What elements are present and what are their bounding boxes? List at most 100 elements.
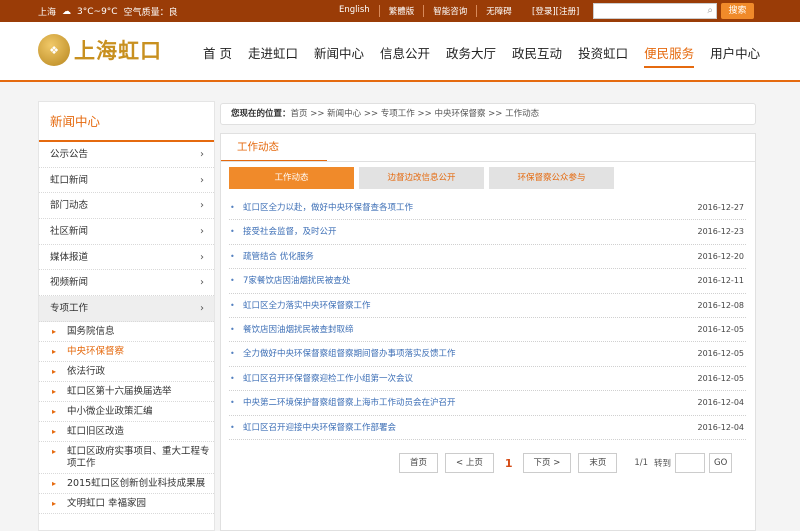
next-page-button[interactable]: 下页 > <box>522 453 572 473</box>
chevron-right-icon: › <box>200 149 204 160</box>
sidebar-item-announcements[interactable]: 公示公告 › <box>39 142 214 168</box>
nav-info-public[interactable]: 信息公开 <box>380 43 430 68</box>
article-date: 2016-12-04 <box>697 398 745 408</box>
bullet-icon: • <box>230 203 235 212</box>
search-input[interactable]: ⌕ <box>593 3 717 19</box>
breadcrumb-label: 您现在的位置： <box>231 109 291 119</box>
site-logo[interactable]: ❖ 上海虹口 <box>38 34 162 66</box>
nav-services[interactable]: 便民服务 <box>644 43 695 68</box>
search-button[interactable]: 搜索 <box>721 3 754 19</box>
sidebar-subitem-state-council[interactable]: 国务院信息 <box>39 322 214 342</box>
tab-work-updates[interactable]: 工作动态 <box>229 167 354 189</box>
cloud-icon: ☁ <box>62 6 72 17</box>
sidebar-title: 新闻中心 <box>39 102 214 142</box>
nav-interaction[interactable]: 政民互动 <box>512 43 562 68</box>
bullet-icon: • <box>230 251 235 261</box>
sidebar-subitem-rule-of-law[interactable]: 依法行政 <box>39 362 214 382</box>
sidebar-item-media[interactable]: 媒体报道 › <box>39 245 214 271</box>
article-title[interactable]: 接受社会监督，及时公开 <box>243 220 337 244</box>
go-button[interactable]: GO <box>709 453 733 473</box>
bullet-icon: • <box>230 227 235 237</box>
article-title[interactable]: 虹口区召开环保督察迎检工作小组第一次会议 <box>243 367 413 391</box>
bullet-icon: • <box>230 398 235 408</box>
chevron-right-icon: › <box>200 303 204 315</box>
bullet-icon: • <box>230 373 235 383</box>
last-page-button[interactable]: 末页 <box>578 453 618 473</box>
link-english[interactable]: English <box>330 5 380 17</box>
list-item[interactable]: • 接受社会监督，及时公开 2016-12-23 <box>229 220 746 245</box>
first-page-button[interactable]: 首页 <box>399 453 439 473</box>
article-date: 2016-12-11 <box>697 276 745 286</box>
sidebar-subitem-sme-policy[interactable]: 中小微企业政策汇编 <box>39 402 214 422</box>
current-page[interactable]: 1 <box>505 457 513 470</box>
sidebar-item-community-news[interactable]: 社区新闻 › <box>39 219 214 245</box>
list-item[interactable]: • 虹口区召开迎接中央环保督察工作部署会 2016-12-04 <box>229 416 746 440</box>
link-smart-consult[interactable]: 智能咨询 <box>424 5 478 17</box>
sidebar-item-dept-news[interactable]: 部门动态 › <box>39 193 214 220</box>
nav-gov-hall[interactable]: 政务大厅 <box>446 43 496 68</box>
nav-home[interactable]: 首 页 <box>203 43 232 68</box>
article-title[interactable]: 全力做好中央环保督察组督察期间督办事项落实反馈工作 <box>243 342 456 366</box>
content-panel: 工作动态 工作动态 边督边改信息公开 环保督察公众参与 • 虹口区全力以赴，做好中… <box>220 133 756 531</box>
link-accessibility[interactable]: 无障碍 <box>477 5 521 17</box>
sidebar-subitem-env-inspection[interactable]: 中央环保督察 <box>39 342 214 362</box>
search-icon[interactable]: ⌕ <box>707 5 713 16</box>
sidebar-subitem-election[interactable]: 虹口区第十六届换届选举 <box>39 382 214 402</box>
sidebar-subitem-civilized[interactable]: 文明虹口 幸福家园 <box>39 494 214 514</box>
sidebar-item-video[interactable]: 视频新闻 › <box>39 270 214 297</box>
article-date: 2016-12-05 <box>697 373 745 383</box>
article-date: 2016-12-23 <box>697 227 745 237</box>
sidebar-item-label: 虹口新闻 <box>50 174 89 186</box>
tab-bar: 工作动态 边督边改信息公开 环保督察公众参与 <box>229 167 614 189</box>
list-item[interactable]: • 餐饮店因油烟扰民被查封取缔 2016-12-05 <box>229 318 746 343</box>
list-item[interactable]: • 7家餐饮店因油烟扰民被查处 2016-12-11 <box>229 269 746 294</box>
sidebar-item-hongkou-news[interactable]: 虹口新闻 › <box>39 168 214 194</box>
tab-public-participation[interactable]: 环保督察公众参与 <box>489 167 614 189</box>
prev-page-button[interactable]: < 上页 <box>445 453 494 473</box>
list-item[interactable]: • 虹口区全力落实中央环保督察工作 2016-12-08 <box>229 294 746 318</box>
nav-user-center[interactable]: 用户中心 <box>710 43 760 68</box>
article-title[interactable]: 7家餐饮店因油烟扰民被查处 <box>243 269 350 293</box>
top-bar: 上海 ☁ 3°C~9°C 空气质量：良 English 繁體版 智能咨询 无障碍… <box>0 0 800 22</box>
article-date: 2016-12-20 <box>697 251 745 261</box>
page-number-input[interactable] <box>675 453 706 473</box>
sidebar-subitem-gov-projects[interactable]: 虹口区政府实事项目、重大工程专项工作 <box>39 442 214 474</box>
air-quality: 空气质量：良 <box>123 8 178 18</box>
article-title[interactable]: 中央第二环境保护督察组督察上海市工作动员会在沪召开 <box>243 391 456 415</box>
chevron-right-icon: › <box>200 200 204 212</box>
pagination: 首页 < 上页 1 下页 > 末页 1/1 转到 GO <box>399 453 733 473</box>
bullet-icon: • <box>230 349 235 359</box>
article-date: 2016-12-04 <box>697 422 745 432</box>
list-item[interactable]: • 中央第二环境保护督察组督察上海市工作动员会在沪召开 2016-12-04 <box>229 391 746 416</box>
login-register-link[interactable]: [登录][注册] <box>532 5 579 17</box>
sidebar-item-special-work[interactable]: 专项工作 › <box>39 296 214 322</box>
article-title[interactable]: 虹口区全力以赴，做好中央环保督查各项工作 <box>243 196 413 220</box>
list-item[interactable]: • 全力做好中央环保督察组督察期间督办事项落实反馈工作 2016-12-05 <box>229 342 746 367</box>
list-item[interactable]: • 疏管结合 优化服务 2016-12-20 <box>229 245 746 270</box>
link-traditional[interactable]: 繁體版 <box>380 5 425 17</box>
page-info: 1/1 <box>634 458 649 468</box>
nav-news[interactable]: 新闻中心 <box>314 43 364 68</box>
article-title[interactable]: 餐饮店因油烟扰民被查封取缔 <box>243 318 354 342</box>
goto-label: 转到 <box>654 459 672 469</box>
tab-rectification-info[interactable]: 边督边改信息公开 <box>359 167 484 189</box>
article-title[interactable]: 虹口区全力落实中央环保督察工作 <box>243 294 371 318</box>
bullet-icon: • <box>230 300 235 310</box>
article-title[interactable]: 虹口区召开迎接中央环保督察工作部署会 <box>243 416 396 440</box>
chevron-right-icon: › <box>200 251 204 263</box>
panel-title: 工作动态 <box>221 134 327 162</box>
list-item[interactable]: • 虹口区召开环保督察迎检工作小组第一次会议 2016-12-05 <box>229 367 746 392</box>
list-item[interactable]: • 虹口区全力以赴，做好中央环保督查各项工作 2016-12-27 <box>229 196 746 221</box>
article-title[interactable]: 疏管结合 优化服务 <box>243 245 314 269</box>
sidebar-subitem-innovation[interactable]: 2015虹口区创新创业科技成果展 <box>39 474 214 494</box>
bullet-icon: • <box>230 324 235 334</box>
sidebar-subitem-renovation[interactable]: 虹口旧区改造 <box>39 422 214 442</box>
breadcrumb-path[interactable]: 首页 >> 新闻中心 >> 专项工作 >> 中央环保督察 >> 工作动态 <box>291 109 540 119</box>
nav-invest[interactable]: 投资虹口 <box>578 43 628 68</box>
weather-info: 上海 ☁ 3°C~9°C 空气质量：良 <box>38 5 178 19</box>
article-date: 2016-12-05 <box>697 349 745 359</box>
bullet-icon: • <box>230 422 235 432</box>
city-label: 上海 <box>38 8 57 18</box>
nav-about[interactable]: 走进虹口 <box>248 43 298 68</box>
main-nav: 首 页 走进虹口 新闻中心 信息公开 政务大厅 政民互动 投资虹口 便民服务 用… <box>203 43 776 68</box>
